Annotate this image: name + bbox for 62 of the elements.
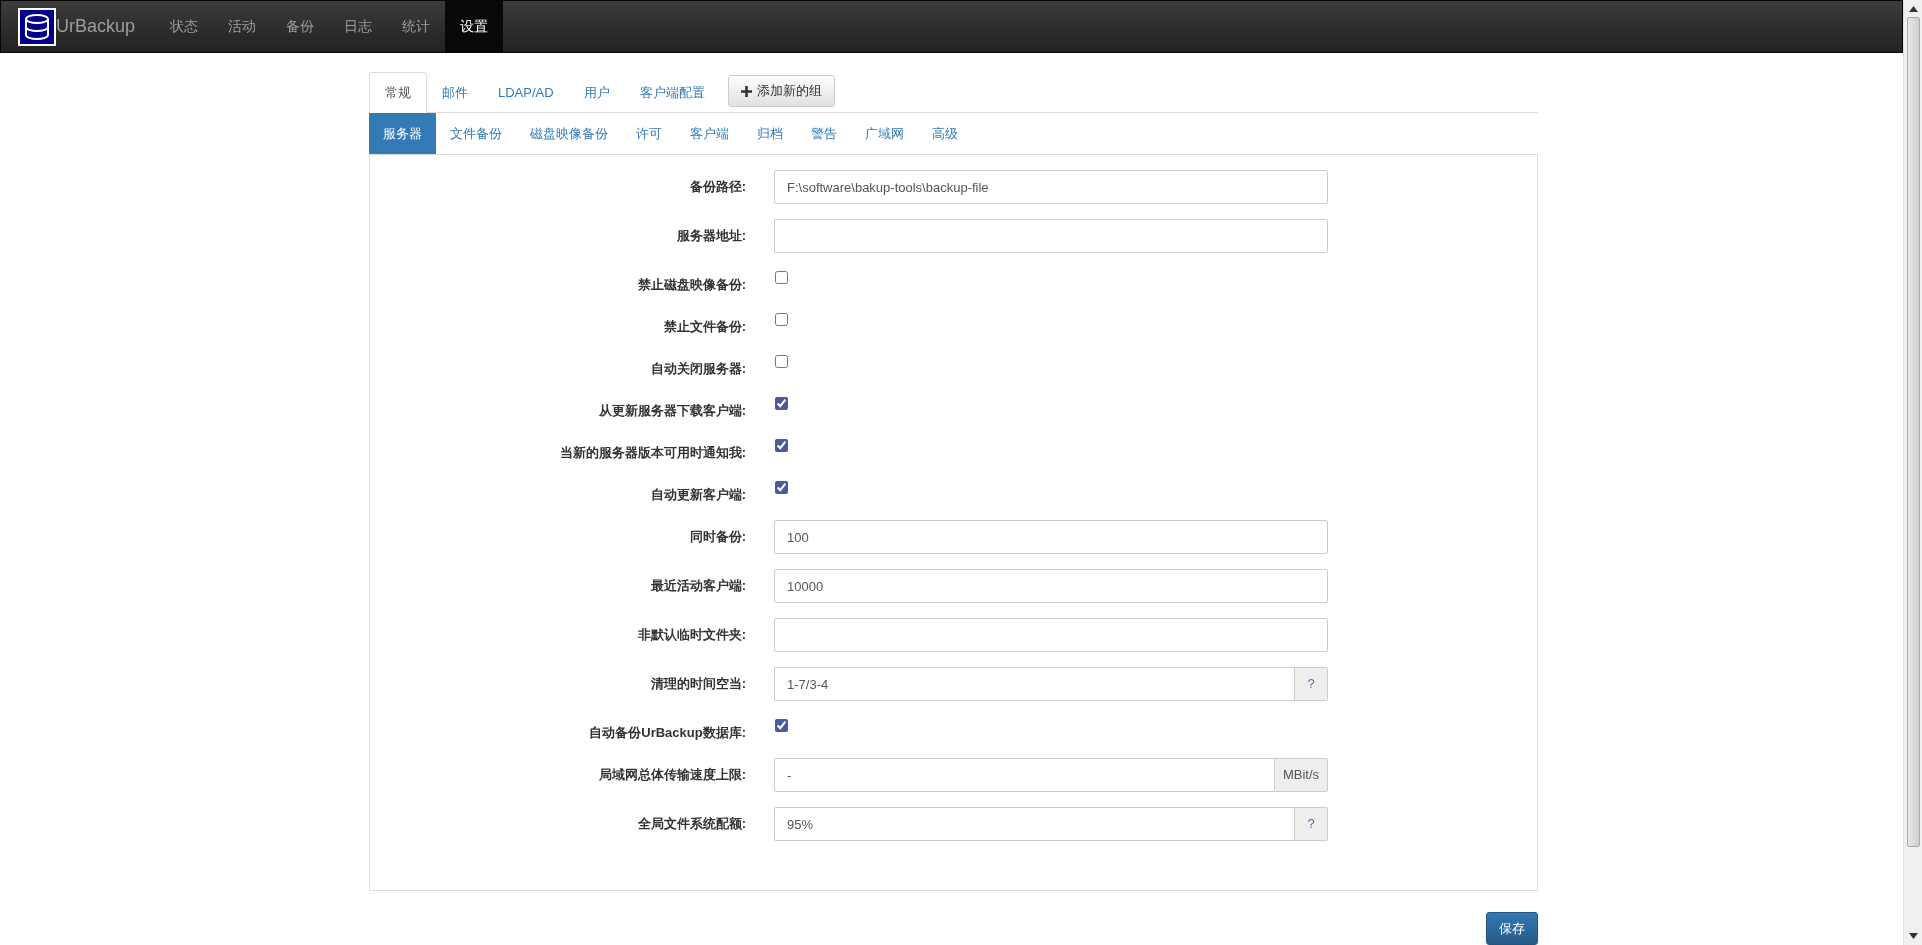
checkbox[interactable] [775, 481, 788, 494]
save-button[interactable]: 保存 [1486, 912, 1538, 945]
tab[interactable]: 客户端配置 [624, 72, 720, 113]
checkbox[interactable] [775, 439, 788, 452]
field-label: 局域网总体传输速度上限: [597, 766, 746, 785]
field-label: 同时备份: [688, 528, 746, 547]
checkbox[interactable] [775, 397, 788, 410]
checkbox[interactable] [775, 313, 788, 326]
subtab[interactable]: 服务器 [369, 113, 436, 154]
field-label: 禁止文件备份: [662, 318, 746, 336]
nav-link[interactable]: 设置 [445, 1, 504, 52]
brand-name[interactable]: UrBackup [56, 13, 136, 40]
checkbox[interactable] [775, 271, 788, 284]
text-field[interactable]: 10000 [774, 569, 1328, 603]
text-field[interactable] [774, 618, 1328, 652]
field-label: 非默认临时文件夹: [636, 626, 746, 645]
tab[interactable]: 用户 [568, 72, 625, 113]
nav-link[interactable]: 状态 [155, 1, 214, 52]
subtab[interactable]: 磁盘映像备份 [516, 113, 622, 154]
text-field[interactable]: F:\software\bakup-tools\backup-file [774, 170, 1328, 204]
subtab[interactable]: 文件备份 [436, 113, 516, 154]
field-label: 清理的时间空当: [649, 675, 746, 694]
subtab[interactable]: 归档 [743, 113, 797, 154]
text-field[interactable]: 1-7/3-4 [774, 667, 1295, 701]
add-group-button[interactable]: 添加新的组 [727, 75, 835, 107]
field-label: 全局文件系统配额: [636, 815, 746, 834]
nav-link[interactable]: 活动 [213, 1, 272, 52]
checkbox[interactable] [775, 719, 788, 732]
scroll-down-icon [1908, 933, 1918, 939]
field-label: 自动关闭服务器: [649, 360, 746, 378]
subtab[interactable]: 高级 [918, 113, 972, 154]
help-button[interactable]: ? [1295, 667, 1328, 701]
help-button[interactable]: ? [1295, 807, 1328, 841]
field-label: 自动备份UrBackup数据库: [588, 724, 746, 742]
field-label: 自动更新客户端: [649, 486, 746, 504]
subtab[interactable]: 广域网 [851, 113, 918, 154]
text-field[interactable] [774, 219, 1328, 253]
field-label: 最近活动客户端: [649, 577, 746, 596]
field-label: 从更新服务器下载客户端: [597, 402, 746, 420]
nav-link[interactable]: 备份 [271, 1, 330, 52]
database-icon [18, 7, 56, 46]
field-label: 禁止磁盘映像备份: [636, 276, 746, 294]
scrollbar-thumb[interactable] [1906, 17, 1920, 847]
checkbox[interactable] [775, 355, 788, 368]
tab[interactable]: 常规 [369, 72, 427, 113]
nav-link[interactable]: 统计 [387, 1, 446, 52]
subtab[interactable]: 许可 [622, 113, 676, 154]
field-label: 当新的服务器版本可用时通知我: [558, 444, 746, 462]
field-label: 服务器地址: [675, 227, 746, 246]
scroll-up-icon [1908, 6, 1918, 12]
plus-icon [740, 85, 752, 97]
text-field[interactable]: 95% [774, 807, 1295, 841]
subtab[interactable]: 警告 [797, 113, 851, 154]
subtab[interactable]: 客户端 [676, 113, 743, 154]
tab[interactable]: 邮件 [427, 72, 483, 113]
text-field[interactable]: 100 [774, 520, 1328, 554]
text-field[interactable]: - [774, 758, 1275, 792]
field-label: 备份路径: [688, 178, 746, 197]
scrollbar[interactable] [1903, 0, 1922, 945]
tab[interactable]: LDAP/AD [483, 72, 569, 113]
unit-addon: MBit/s [1274, 758, 1328, 792]
nav-link[interactable]: 日志 [329, 1, 388, 52]
